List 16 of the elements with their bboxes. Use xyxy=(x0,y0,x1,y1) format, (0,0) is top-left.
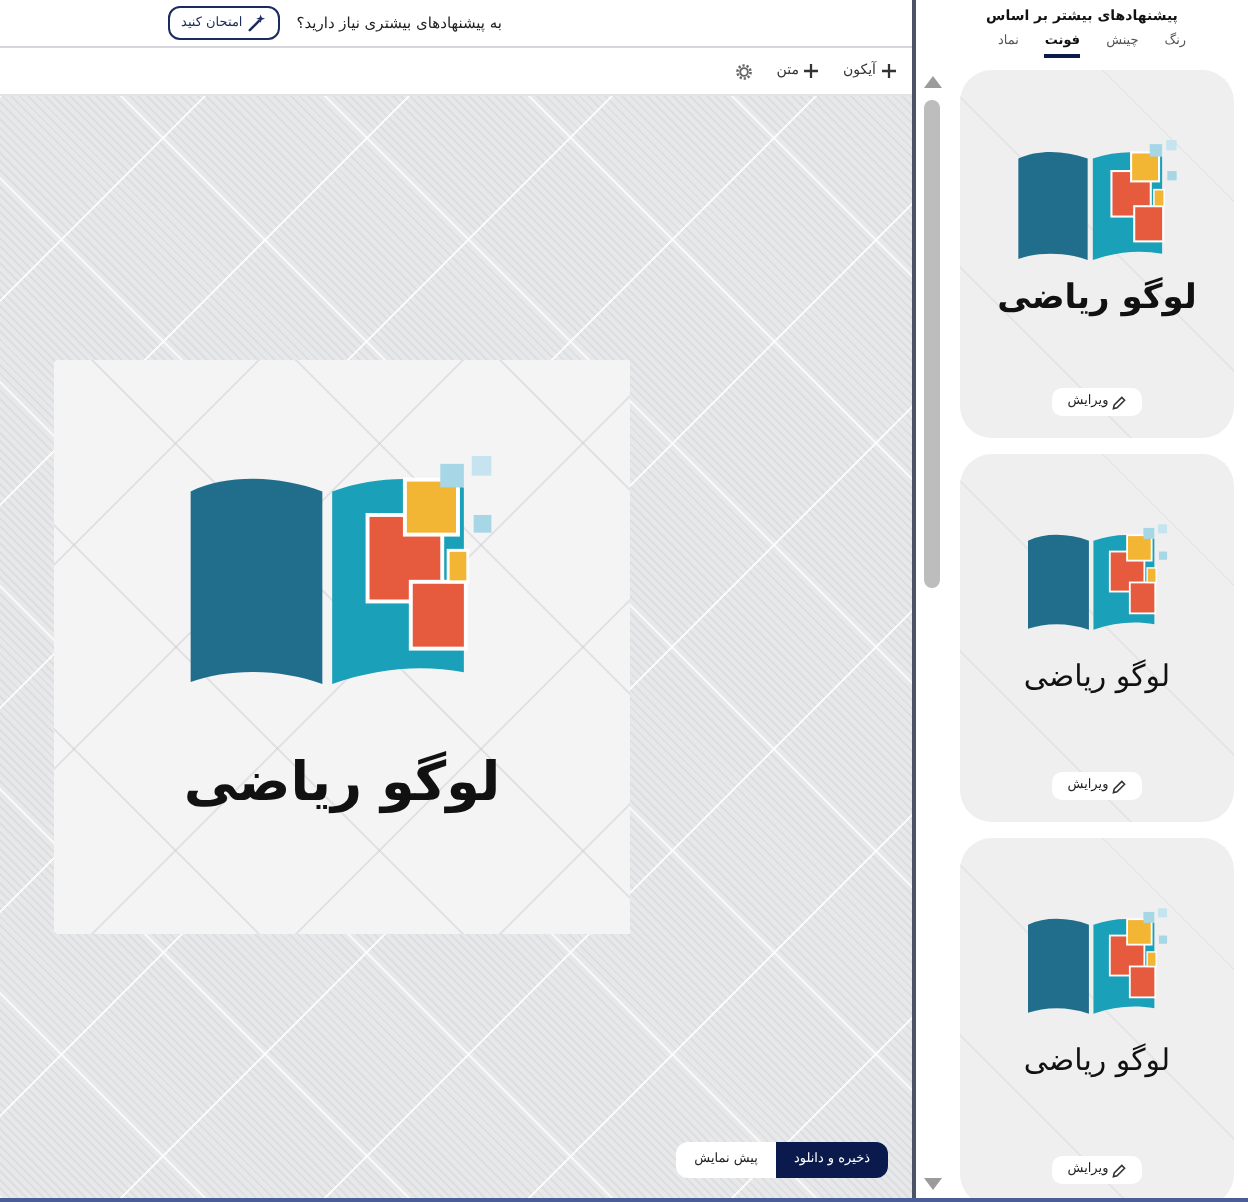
pencil-icon xyxy=(1112,395,1127,409)
logo-text: لوگو ریاضی xyxy=(1023,658,1171,697)
pencil-icon xyxy=(1112,1163,1127,1177)
logo-text: لوگو ریاضی xyxy=(1023,1042,1171,1081)
book-logo-drawing xyxy=(1027,908,1167,1014)
logo-text: لوگو ریاضی xyxy=(997,276,1197,321)
scroll-up-icon[interactable] xyxy=(923,76,941,88)
book-logo-drawing xyxy=(1027,524,1167,630)
logo-text: لوگو ریاضی xyxy=(183,749,501,818)
pencil-icon xyxy=(1112,779,1127,793)
scroll-down-icon[interactable] xyxy=(923,1178,941,1190)
scrollbar-thumb[interactable] xyxy=(924,100,940,588)
plus-icon xyxy=(804,64,819,78)
magic-wand-icon xyxy=(248,14,267,32)
settings-icon[interactable] xyxy=(736,63,753,79)
plus-icon xyxy=(882,64,896,78)
